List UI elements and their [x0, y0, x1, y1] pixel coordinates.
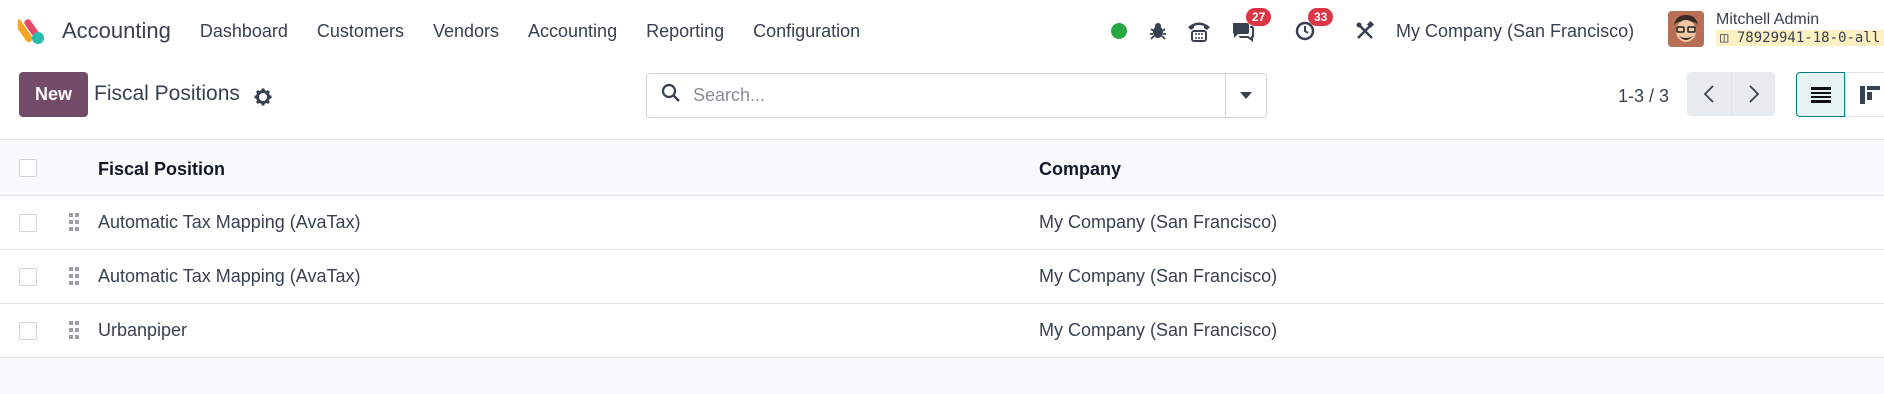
list-table: Fiscal Position Company Automatic Tax Ma…: [0, 141, 1884, 358]
kanban-view-icon: [1859, 85, 1880, 104]
menu-customers[interactable]: Customers: [317, 21, 404, 42]
table-row[interactable]: Automatic Tax Mapping (AvaTax) My Compan…: [0, 250, 1884, 304]
cell-fiscal-position: Urbanpiper: [98, 320, 188, 340]
row-checkbox[interactable]: [19, 268, 37, 286]
app-logo-icon: [18, 19, 44, 44]
user-name: Mitchell Admin: [1716, 11, 1820, 28]
select-all-checkbox[interactable]: [19, 159, 37, 177]
app-brand[interactable]: Accounting: [18, 16, 171, 46]
search-bar: [646, 73, 1267, 118]
page-title: Fiscal Positions: [94, 82, 240, 105]
cell-company: My Company (San Francisco): [1039, 266, 1278, 286]
list-view-button[interactable]: [1796, 72, 1845, 117]
drag-handle-icon[interactable]: [69, 267, 81, 287]
messages-count-badge: 27: [1246, 8, 1272, 26]
table-row[interactable]: Automatic Tax Mapping (AvaTax) My Compan…: [0, 196, 1884, 250]
tools-icon[interactable]: [1354, 16, 1376, 46]
cell-fiscal-position: Automatic Tax Mapping (AvaTax): [98, 266, 361, 286]
column-company[interactable]: Company: [1039, 159, 1121, 180]
phone-icon[interactable]: [1186, 16, 1212, 46]
company-switcher[interactable]: My Company (San Francisco): [1396, 21, 1634, 42]
menu-accounting[interactable]: Accounting: [528, 21, 617, 42]
drag-handle-icon[interactable]: [69, 321, 81, 341]
pager-previous-button[interactable]: [1687, 72, 1731, 116]
cell-company: My Company (San Francisco): [1039, 320, 1278, 340]
pager-next-button[interactable]: [1731, 72, 1775, 116]
menu-dashboard[interactable]: Dashboard: [200, 21, 288, 42]
chevron-left-icon: [1704, 85, 1714, 103]
search-icon: [661, 83, 681, 108]
new-button[interactable]: New: [19, 72, 88, 117]
caret-down-icon: [1240, 91, 1252, 99]
activities-clock-icon[interactable]: 33: [1292, 8, 1334, 46]
row-checkbox[interactable]: [19, 214, 37, 232]
database-name: ◫ 78929941-18-0-all: [1716, 30, 1884, 46]
list-view-icon: [1810, 86, 1831, 103]
top-navbar: Accounting Dashboard Customers Vendors A…: [0, 0, 1884, 62]
database-icon: ◫: [1720, 30, 1737, 46]
search-options-toggle[interactable]: [1225, 74, 1266, 117]
menu-vendors[interactable]: Vendors: [433, 21, 499, 42]
table-header: Fiscal Position Company: [0, 141, 1884, 196]
database-name-text: 78929941-18-0-all: [1736, 30, 1881, 46]
drag-handle-icon[interactable]: [69, 213, 81, 233]
debug-bug-icon[interactable]: [1148, 16, 1168, 46]
cell-company: My Company (San Francisco): [1039, 212, 1278, 232]
systray: 27 33 My Company (San Francisco): [1110, 0, 1634, 62]
search-input[interactable]: [693, 85, 1213, 106]
chevron-right-icon: [1748, 85, 1759, 103]
control-panel: New Fiscal Positions 1-3 / 3: [0, 62, 1884, 140]
table-row[interactable]: Urbanpiper My Company (San Francisco): [0, 304, 1884, 358]
status-dot-icon[interactable]: [1110, 16, 1128, 46]
gear-icon[interactable]: [254, 88, 272, 111]
row-checkbox[interactable]: [19, 322, 37, 340]
messages-icon[interactable]: 27: [1230, 8, 1272, 46]
kanban-view-button[interactable]: [1845, 72, 1884, 117]
activities-count-badge: 33: [1308, 8, 1334, 26]
cell-fiscal-position: Automatic Tax Mapping (AvaTax): [98, 212, 361, 232]
column-fiscal-position[interactable]: Fiscal Position: [98, 159, 225, 180]
main-menu: Dashboard Customers Vendors Accounting R…: [200, 21, 889, 42]
user-menu[interactable]: Mitchell Admin ◫ 78929941-18-0-all: [1668, 11, 1884, 47]
app-name: Accounting: [62, 18, 171, 43]
avatar: [1668, 11, 1704, 47]
menu-configuration[interactable]: Configuration: [753, 21, 860, 42]
menu-reporting[interactable]: Reporting: [646, 21, 724, 42]
pager-value[interactable]: 1-3 / 3: [1618, 86, 1669, 107]
